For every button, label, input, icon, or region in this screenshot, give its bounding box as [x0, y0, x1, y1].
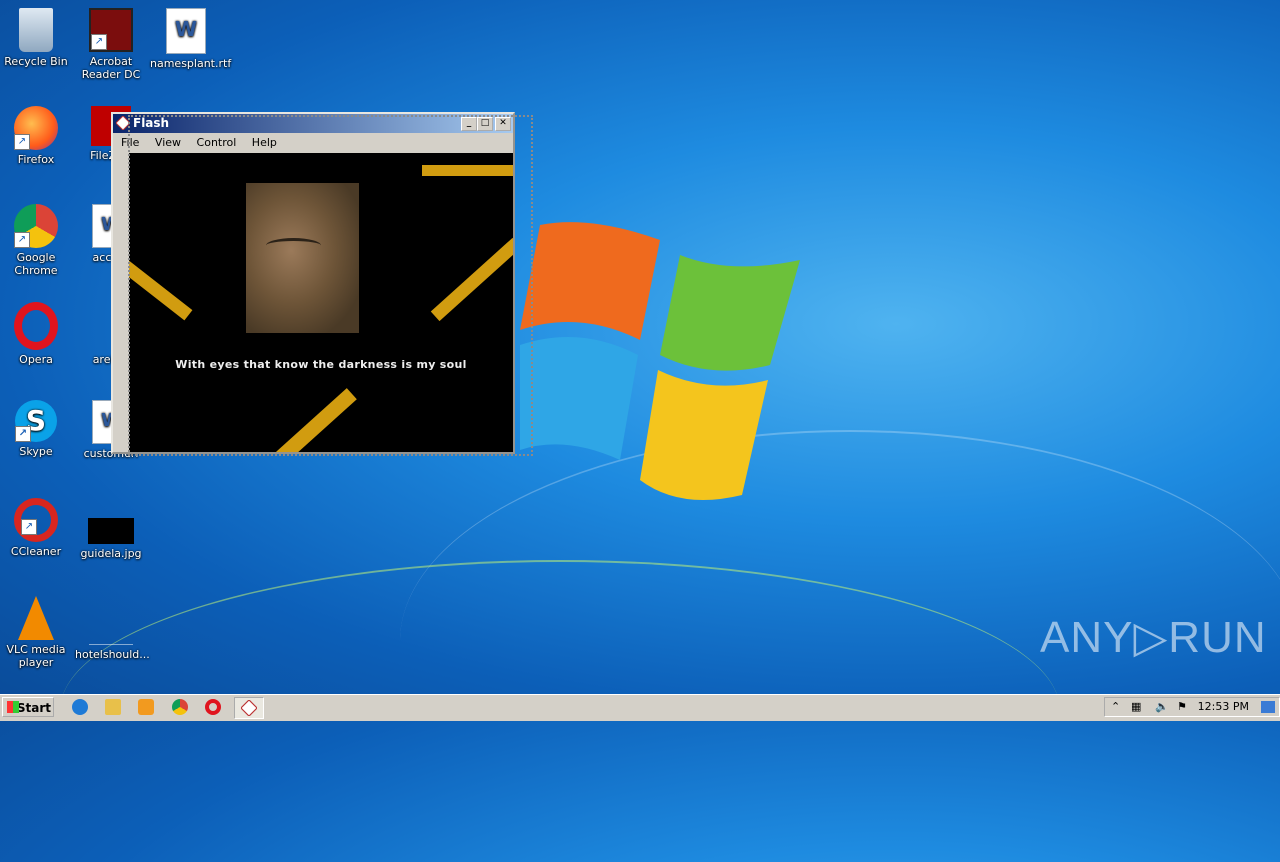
desktop-icon-label: VLC media player: [6, 643, 66, 669]
vlc-cone-icon: [18, 596, 54, 640]
image-thumbnail-icon: [88, 518, 134, 544]
network-icon[interactable]: ▦: [1131, 698, 1141, 716]
start-label: Start: [16, 701, 51, 715]
desktop-icon-label: Google Chrome: [14, 251, 58, 277]
explorer-folder-icon[interactable]: [105, 699, 121, 715]
tray-expand-icon[interactable]: ⌃: [1111, 698, 1120, 716]
clock[interactable]: 12:53 PM: [1198, 698, 1249, 716]
desktop-icon-label: Firefox: [17, 153, 55, 166]
skype-icon: S ↗: [15, 400, 57, 442]
desktop-icon-label: Skype: [19, 445, 53, 458]
show-desktop-icon[interactable]: [1261, 701, 1275, 713]
desktop-icon-label: Acrobat Reader DC: [81, 55, 141, 81]
desktop-icon-label: hotelshould...: [75, 648, 150, 661]
start-button[interactable]: Start: [2, 697, 54, 717]
anyrun-watermark: ANY▷RUN: [1040, 613, 1267, 662]
system-tray: ⌃ ▦ 🔈 ⚑ 12:53 PM: [1104, 697, 1280, 717]
desktop-icon-vlc[interactable]: VLC media player: [0, 596, 72, 669]
desktop-icon-chrome[interactable]: ↗ Google Chrome: [0, 204, 72, 277]
desktop-icon-label: Opera: [19, 353, 53, 366]
desktop-icon-ccleaner[interactable]: ↗ CCleaner: [0, 498, 72, 558]
chrome-icon[interactable]: [172, 699, 188, 715]
opera-icon: [14, 302, 58, 350]
desktop-icon-hotelshould[interactable]: hotelshould...: [75, 596, 150, 661]
recycle-bin-icon: [19, 8, 53, 52]
windows-logo: [520, 222, 800, 500]
desktop-icon-label: CCleaner: [10, 545, 62, 558]
windows-flag-icon: [7, 701, 19, 713]
chrome-icon: ↗: [14, 204, 58, 248]
desktop-icon-label: namesplant.rtf: [150, 57, 232, 70]
volume-icon[interactable]: 🔈: [1155, 698, 1169, 716]
desktop-icon-opera[interactable]: Opera: [0, 302, 72, 366]
internet-explorer-icon[interactable]: [72, 699, 88, 715]
desktop-icon-recycle-bin[interactable]: Recycle Bin: [0, 8, 72, 68]
flag-icon[interactable]: ⚑: [1177, 698, 1187, 716]
media-player-icon[interactable]: [138, 699, 154, 715]
desktop-icon-skype[interactable]: S ↗ Skype: [0, 400, 72, 458]
window-drag-outline: [128, 115, 533, 456]
flash-app-icon: [240, 699, 258, 717]
desktop-icon-namesplant[interactable]: W namesplant.rtf: [150, 8, 232, 70]
taskbar: Start ⌃ ▦ 🔈 ⚑ 12:53 PM: [0, 694, 1280, 721]
firefox-icon: ↗: [14, 106, 58, 150]
blank-file-icon: [89, 596, 133, 645]
word-document-icon: W: [166, 8, 206, 54]
acrobat-icon: ↗: [89, 8, 133, 52]
desktop-icon-guidela[interactable]: guidela.jpg: [75, 498, 147, 560]
desktop-icon-label: guidela.jpg: [80, 547, 142, 560]
desktop-icon-firefox[interactable]: ↗ Firefox: [0, 106, 72, 166]
taskbar-item-flash[interactable]: [234, 697, 264, 719]
desktop-icon-acrobat[interactable]: ↗ Acrobat Reader DC: [75, 8, 147, 81]
opera-icon[interactable]: [205, 699, 221, 715]
ccleaner-icon: ↗: [14, 498, 58, 542]
desktop-icon-label: Recycle Bin: [4, 55, 68, 68]
